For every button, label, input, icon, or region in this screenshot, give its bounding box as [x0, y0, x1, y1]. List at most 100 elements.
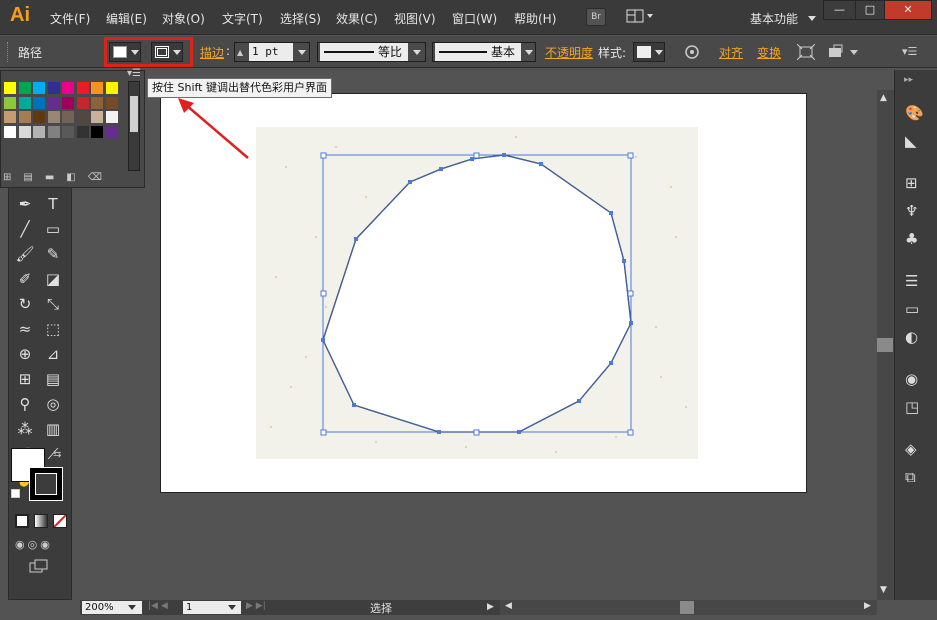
current-tool-status[interactable]: 选择: [370, 600, 392, 616]
workspace-switcher[interactable]: 基本功能: [750, 10, 798, 27]
scroll-left-icon[interactable]: ◀: [505, 601, 512, 611]
swatch-cell[interactable]: [18, 111, 31, 123]
blend-icon[interactable]: ◎: [41, 393, 65, 415]
default-colors-icon[interactable]: [11, 489, 20, 498]
swatch-cell[interactable]: [91, 82, 103, 94]
swatch-cell[interactable]: [76, 125, 89, 138]
gradient-panel-icon[interactable]: ▭: [905, 300, 919, 318]
status-menu-icon[interactable]: ▶: [487, 602, 494, 612]
swatch-cell[interactable]: [105, 111, 118, 123]
transparency-icon[interactable]: ◐: [905, 328, 918, 346]
stroke-weight-input[interactable]: 1 pt: [249, 43, 293, 61]
first-artboard-icon[interactable]: |◀ ◀: [148, 601, 168, 611]
layers-icon[interactable]: ◈: [905, 440, 917, 458]
panel-menu-icon[interactable]: ▾☰: [902, 45, 917, 58]
scale-icon[interactable]: ⤡: [41, 293, 65, 315]
rotate-icon[interactable]: ↻: [13, 293, 37, 315]
polygon-path[interactable]: [322, 154, 632, 433]
swatch-cell[interactable]: [18, 82, 31, 94]
swatch-cell[interactable]: [76, 111, 89, 123]
align-link[interactable]: 对齐: [719, 44, 743, 61]
swatch-cell[interactable]: [105, 96, 118, 109]
swatch-cell[interactable]: [4, 82, 16, 94]
scroll-right-icon[interactable]: ▶: [864, 601, 871, 611]
swatch-cell[interactable]: [105, 125, 118, 138]
menu-window[interactable]: 窗口(W): [452, 10, 497, 27]
arrange-button[interactable]: [828, 44, 860, 63]
stroke-color-box[interactable]: [29, 467, 63, 501]
column-graph-icon[interactable]: ▥: [41, 418, 65, 440]
menu-file[interactable]: 文件(F): [50, 10, 90, 27]
vertical-scroll-thumb[interactable]: [877, 338, 893, 352]
recolor-artwork-button[interactable]: [684, 44, 700, 63]
gradient-icon[interactable]: ▤: [41, 368, 65, 390]
swatch-scrollbar[interactable]: [128, 81, 140, 171]
swatch-cell[interactable]: [62, 125, 74, 138]
stroke-icon[interactable]: ☰: [905, 272, 918, 290]
mesh-icon[interactable]: ⊞: [13, 368, 37, 390]
bridge-button[interactable]: Br: [586, 8, 606, 26]
swatch-library-icons[interactable]: ⊞▤▬◧⌫: [3, 172, 114, 183]
swatches-panel-icon[interactable]: ⊞: [905, 174, 918, 192]
stroke-panel-link[interactable]: 描边: [200, 44, 224, 61]
menu-edit[interactable]: 编辑(E): [106, 10, 147, 27]
brushes-icon[interactable]: ♆: [905, 202, 918, 220]
swatch-cell[interactable]: [47, 125, 60, 138]
brush-definition[interactable]: 基本: [432, 42, 536, 62]
perspective-grid-icon[interactable]: ⊿: [41, 343, 65, 365]
swatch-cell[interactable]: [76, 96, 89, 109]
graphic-style-swatch[interactable]: [633, 42, 665, 62]
swatch-cell[interactable]: [18, 96, 31, 109]
menu-view[interactable]: 视图(V): [394, 10, 436, 27]
swatch-cell[interactable]: [76, 82, 89, 94]
gradient-mode-icon[interactable]: [34, 514, 48, 528]
swatch-cell[interactable]: [4, 111, 16, 123]
stroke-weight-field[interactable]: ▲ 1 pt: [234, 42, 310, 62]
swatch-cell[interactable]: [33, 96, 45, 109]
swatch-cell[interactable]: [62, 82, 74, 94]
scroll-down-icon[interactable]: ▼: [880, 585, 887, 595]
popup-menu-icon[interactable]: ▾☰: [127, 68, 141, 79]
pen-tool-icon[interactable]: ✒: [13, 193, 37, 215]
menu-help[interactable]: 帮助(H): [514, 10, 556, 27]
rectangle-tool-icon[interactable]: ▭: [41, 218, 65, 240]
dock-collapse-icon[interactable]: ▸▸: [904, 75, 913, 85]
color-guide-icon[interactable]: ◣: [905, 132, 917, 150]
horizontal-scrollbar[interactable]: ◀ ▶: [500, 600, 877, 615]
menu-object[interactable]: 对象(O): [162, 10, 205, 27]
arrange-documents-button[interactable]: [626, 9, 656, 25]
eyedropper-icon[interactable]: ⚲: [13, 393, 37, 415]
color-panel-icon[interactable]: 🎨: [905, 104, 924, 122]
minimize-button[interactable]: —: [823, 0, 856, 20]
vertical-scrollbar[interactable]: ▲ ▼: [877, 90, 894, 600]
none-mode-icon[interactable]: [53, 514, 67, 528]
symbol-sprayer-icon[interactable]: ⁂: [13, 418, 37, 440]
swatch-cell[interactable]: [33, 82, 45, 94]
paintbrush-icon[interactable]: 🖌: [13, 243, 37, 265]
isolate-button[interactable]: [796, 43, 816, 63]
opacity-link[interactable]: 不透明度: [545, 44, 593, 61]
next-artboard-icon[interactable]: ▶ ▶|: [246, 601, 266, 611]
horizontal-scroll-thumb[interactable]: [680, 601, 694, 614]
swatch-cell[interactable]: [47, 111, 60, 123]
swatch-grid[interactable]: [1, 80, 125, 172]
appearance-icon[interactable]: ◉: [905, 370, 918, 388]
blob-brush-icon[interactable]: ✐: [13, 268, 37, 290]
swatch-cell[interactable]: [47, 82, 60, 94]
color-mode-icon[interactable]: [15, 514, 29, 528]
drawing-modes-icon[interactable]: ◉◎◉: [15, 538, 63, 552]
pencil-icon[interactable]: ✎: [41, 243, 65, 265]
swatch-cell[interactable]: [4, 96, 16, 109]
swatches-popup[interactable]: ▾☰ ⊞▤▬◧⌫: [0, 68, 145, 188]
warp-icon[interactable]: ≈: [13, 318, 37, 340]
swatch-cell[interactable]: [62, 111, 74, 123]
swatch-cell[interactable]: [105, 82, 118, 94]
graphic-styles-icon[interactable]: ◳: [905, 398, 919, 416]
swatch-cell[interactable]: [33, 111, 45, 123]
menu-effect[interactable]: 效果(C): [336, 10, 378, 27]
swatch-cell[interactable]: [91, 96, 103, 109]
type-tool-icon[interactable]: T: [41, 193, 65, 215]
transform-link[interactable]: 变换: [757, 44, 781, 61]
symbols-icon[interactable]: ♣: [905, 230, 918, 248]
menu-select[interactable]: 选择(S): [280, 10, 321, 27]
